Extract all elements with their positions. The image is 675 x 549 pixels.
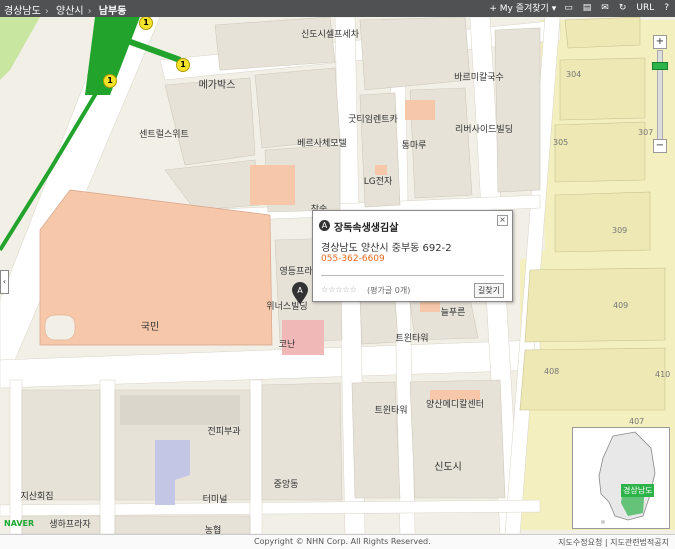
poi-label[interactable]: 바르미칼국수 [454,70,504,83]
zoom-control: + − [651,35,668,153]
copyright-text: Copyright © NHN Corp. All Rights Reserve… [254,537,431,546]
poi-label[interactable]: 코난 [279,337,296,350]
breadcrumb: 경상남도 › 양산시 › 남부동 [4,2,130,17]
collapse-panel-button[interactable]: ‹ [0,270,9,294]
block-number: 407 [629,417,645,426]
breadcrumb-separator: › [87,6,92,17]
breadcrumb-district[interactable]: 남부동 [99,6,127,17]
poi-label[interactable]: 국민 [141,318,159,333]
zoom-out-button[interactable]: − [653,139,667,153]
poi-label[interactable]: 트윈타워 [374,403,407,416]
block-number: 409 [613,301,629,310]
subway-exit-badge[interactable]: 1 [103,74,117,88]
location-marker[interactable]: A [292,282,308,304]
poi-label[interactable]: 통마루 [402,138,427,151]
breadcrumb-province[interactable]: 경상남도 [4,6,41,17]
poi-label[interactable]: 트윈타워 [395,331,428,344]
block-number: 305 [553,138,569,147]
zoom-slider-handle[interactable] [652,62,668,71]
poi-label[interactable]: 생하프라자 [49,517,90,530]
poi-label[interactable]: 굿티임렌트카 [348,112,398,125]
poi-label[interactable]: 양산메디칼센터 [426,397,484,410]
overview-minimap[interactable]: 경상남도 [572,427,670,529]
print-icon[interactable]: ▤ [581,2,594,14]
poi-label[interactable]: 지산회집 [20,489,53,502]
my-favorites-label: My 즐겨찾기 [499,4,549,14]
poi-label[interactable]: 신도시셀프세차 [301,27,359,40]
popup-pin-icon: A [319,220,330,231]
mail-icon[interactable]: ✉ [599,2,611,14]
directions-button[interactable]: 길찾기 [473,283,504,298]
breadcrumb-separator: › [44,6,49,17]
poi-label[interactable]: 센트럴스위트 [139,127,189,140]
block-number: 408 [544,367,560,376]
top-bar: 경상남도 › 양산시 › 남부동 + My 즐겨찾기 ▾ ▭ ▤ ✉ ↻ URL ? [0,0,675,17]
close-icon[interactable]: × [497,215,508,226]
review-count[interactable]: (평가글 0개) [367,285,410,296]
help-button[interactable]: ? [662,2,671,14]
breadcrumb-city[interactable]: 양산시 [56,6,84,17]
poi-label[interactable]: 중앙동 [274,477,299,490]
refresh-icon[interactable]: ↻ [617,2,629,14]
poi-label[interactable]: 메가박스 [199,76,236,91]
poi-label[interactable]: 신도시 [434,458,462,473]
toolbar: + My 즐겨찾기 ▾ ▭ ▤ ✉ ↻ URL ? [489,1,671,15]
footer: Copyright © NHN Corp. All Rights Reserve… [0,534,675,549]
subway-exit-badge[interactable]: 1 [176,58,190,72]
block-number: 410 [655,370,671,379]
minimap-region-label: 경상남도 [621,484,655,497]
subway-exit-badge[interactable]: 1 [139,16,153,30]
poi-label[interactable]: 베르사체모텔 [297,136,347,149]
poi-label[interactable]: 늘푸른 [441,305,466,318]
rating-stars[interactable]: ☆☆☆☆☆ [321,285,357,294]
poi-label[interactable]: 영등프라 [279,264,312,277]
poi-label[interactable]: LG전자 [364,174,393,187]
marker-letter: A [297,286,303,295]
korea-map-icon [598,431,656,524]
popup-divider [321,275,504,276]
place-name[interactable]: 장독속생생김살 [334,219,398,234]
monitor-icon[interactable]: ▭ [562,2,575,14]
place-address: 경상남도 양산시 중부동 692-2 [321,243,452,254]
poi-label[interactable]: 리버사이드빌딩 [455,122,513,135]
poi-label[interactable]: 전피부과 [207,424,240,437]
poi-label[interactable]: 터미널 [203,492,228,505]
footer-links[interactable]: 지도수정요청 | 지도관련법적공지 [558,537,669,548]
my-favorites-button[interactable]: + My 즐겨찾기 ▾ [489,1,556,14]
block-number: 309 [612,226,628,235]
place-phone: 055-362-6609 [321,254,385,264]
block-number: 304 [566,70,582,79]
naver-logo: NAVER [4,519,35,528]
zoom-in-button[interactable]: + [653,35,667,49]
url-button[interactable]: URL [634,2,656,14]
place-info-popup: A 장독속생생김살 × 경상남도 양산시 중부동 692-2 055-362-6… [312,210,513,302]
